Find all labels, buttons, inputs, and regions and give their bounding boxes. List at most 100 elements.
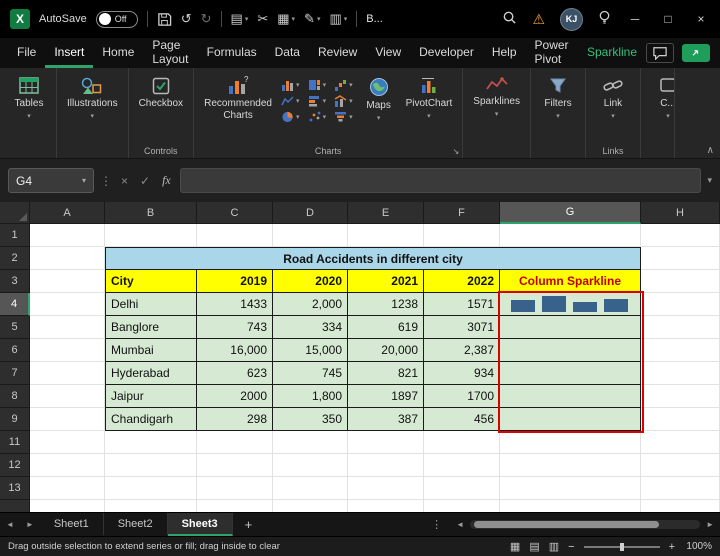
pivotchart-button[interactable]: PivotChart ▾ — [401, 73, 458, 123]
cell-value[interactable]: 387 — [348, 408, 424, 431]
autosave-toggle[interactable]: Off — [96, 11, 138, 28]
cell-city[interactable]: Chandigarh — [105, 408, 197, 431]
charts-dialog-launcher[interactable]: ↘ — [453, 147, 460, 156]
header-2019[interactable]: 2019 — [197, 270, 273, 293]
select-all-corner[interactable] — [0, 202, 30, 224]
cell-value[interactable]: 350 — [273, 408, 348, 431]
cell-value[interactable]: 298 — [197, 408, 273, 431]
cell[interactable] — [641, 362, 720, 385]
row-header-12[interactable]: 12 — [0, 454, 30, 477]
cell-value[interactable]: 20,000 — [348, 339, 424, 362]
tab-sparkline[interactable]: Sparkline — [578, 38, 646, 68]
tab-developer[interactable]: Developer — [410, 38, 483, 68]
insert-hierarchy-chart-button[interactable]: ▾ — [308, 79, 327, 91]
column-header-B[interactable]: B — [105, 202, 197, 224]
cancel-entry-button[interactable]: × — [118, 174, 131, 188]
cell[interactable] — [105, 454, 197, 477]
active-cell-G4[interactable] — [500, 293, 641, 316]
cell-value[interactable]: 15,000 — [273, 339, 348, 362]
cell-value[interactable]: 1,800 — [273, 385, 348, 408]
cell[interactable] — [641, 500, 720, 512]
cell[interactable] — [641, 339, 720, 362]
tab-help[interactable]: Help — [483, 38, 526, 68]
insert-column-chart-button[interactable]: ▾ — [281, 79, 300, 91]
cell[interactable] — [30, 270, 105, 293]
tab-view[interactable]: View — [366, 38, 410, 68]
pen-button[interactable]: ✎▾ — [304, 11, 320, 27]
cell[interactable] — [500, 500, 641, 512]
column-header-F[interactable]: F — [424, 202, 500, 224]
comments-button[interactable] — [646, 43, 674, 63]
insert-pie-chart-button[interactable]: ▾ — [281, 111, 300, 123]
cell-city[interactable]: Banglore — [105, 316, 197, 339]
tab-home[interactable]: Home — [93, 38, 143, 68]
tab-data[interactable]: Data — [266, 38, 309, 68]
cell[interactable] — [500, 316, 641, 339]
cell-value[interactable]: 934 — [424, 362, 500, 385]
table-title-cell[interactable]: Road Accidents in different city — [105, 247, 641, 270]
cell[interactable] — [348, 454, 424, 477]
clipboard-button[interactable]: ▤▾ — [231, 11, 249, 27]
zoom-level[interactable]: 100% — [684, 541, 712, 552]
insert-combo-chart-button[interactable]: ▾ — [334, 95, 353, 107]
cell-value[interactable]: 1897 — [348, 385, 424, 408]
row-header-7[interactable]: 7 — [0, 362, 30, 385]
maps-button[interactable]: Maps ▾ — [357, 73, 401, 125]
cell[interactable] — [273, 224, 348, 247]
cell[interactable] — [641, 385, 720, 408]
cell[interactable] — [30, 293, 105, 316]
column-header-C[interactable]: C — [197, 202, 273, 224]
recommended-charts-button[interactable]: ? Recommended Charts — [199, 73, 277, 124]
cell[interactable] — [197, 224, 273, 247]
row-header-6[interactable]: 6 — [0, 339, 30, 362]
tables-button[interactable]: Tables ▾ — [7, 73, 51, 123]
column-header-G[interactable]: G — [500, 202, 641, 224]
cell[interactable] — [348, 224, 424, 247]
column-header-E[interactable]: E — [348, 202, 424, 224]
cell-value[interactable]: 1433 — [197, 293, 273, 316]
cell[interactable] — [641, 270, 720, 293]
cell[interactable] — [30, 408, 105, 431]
cell[interactable] — [641, 293, 720, 316]
row-header-13[interactable]: 13 — [0, 477, 30, 500]
insert-line-chart-button[interactable]: ▾ — [281, 95, 300, 107]
close-button[interactable]: × — [692, 12, 710, 26]
cell[interactable] — [30, 316, 105, 339]
expand-formula-bar-icon[interactable]: ▾ — [707, 175, 712, 186]
row-header-partial[interactable] — [0, 500, 30, 512]
row-header-4[interactable]: 4 — [0, 293, 30, 316]
cell[interactable] — [30, 477, 105, 500]
column-header-H[interactable]: H — [641, 202, 720, 224]
row-header-8[interactable]: 8 — [0, 385, 30, 408]
name-box[interactable]: G4 ▾ — [8, 168, 94, 193]
undo-button[interactable]: ↺ — [181, 11, 192, 27]
minimize-button[interactable]: ─ — [626, 12, 644, 26]
cell[interactable] — [30, 385, 105, 408]
illustrations-button[interactable]: Illustrations ▾ — [62, 73, 123, 123]
cell[interactable] — [197, 477, 273, 500]
cell[interactable] — [641, 316, 720, 339]
cell[interactable] — [424, 477, 500, 500]
view-page-layout-button[interactable]: ▤ — [529, 540, 539, 553]
warning-icon[interactable]: ⚠ — [532, 11, 545, 28]
filters-button[interactable]: Filters ▾ — [536, 73, 580, 123]
add-sheet-button[interactable]: + — [233, 513, 265, 536]
more-options-icon[interactable]: ⋮ — [423, 513, 450, 536]
cell-value[interactable]: 821 — [348, 362, 424, 385]
cell[interactable] — [30, 339, 105, 362]
account-avatar[interactable]: KJ — [560, 8, 583, 31]
row-header-9[interactable]: 9 — [0, 408, 30, 431]
header-2022[interactable]: 2022 — [424, 270, 500, 293]
cell-city[interactable]: Mumbai — [105, 339, 197, 362]
cell-city[interactable]: Delhi — [105, 293, 197, 316]
cell-value[interactable]: 1571 — [424, 293, 500, 316]
cell[interactable] — [197, 500, 273, 512]
cell-value[interactable]: 1700 — [424, 385, 500, 408]
cell[interactable] — [641, 408, 720, 431]
cell-city[interactable]: Hyderabad — [105, 362, 197, 385]
view-normal-button[interactable]: ▦ — [510, 540, 520, 553]
view-page-break-button[interactable]: ▥ — [549, 540, 559, 553]
cell-value[interactable]: 745 — [273, 362, 348, 385]
enter-entry-button[interactable]: ✓ — [137, 174, 153, 188]
cell[interactable] — [30, 224, 105, 247]
